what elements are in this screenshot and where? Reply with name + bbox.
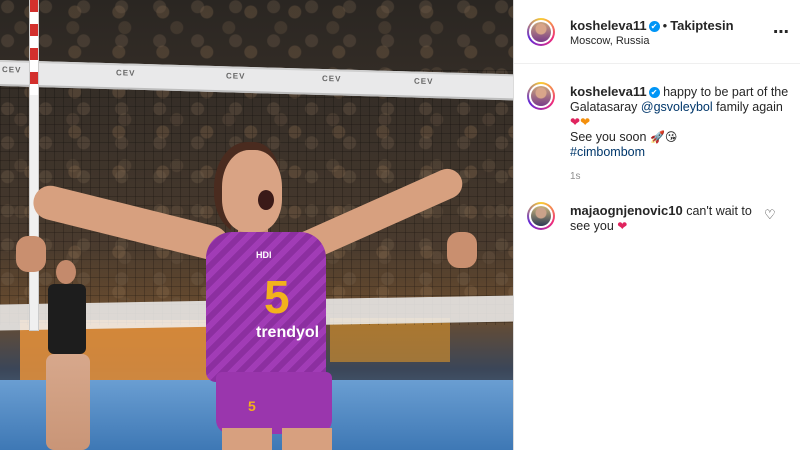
instagram-post-view: CEV CEV CEV CEV CEV HDI 5 trendyol 5 kos… [0, 0, 800, 450]
author-username[interactable]: kosheleva11 [570, 18, 647, 33]
sponsor-hdi: HDI [256, 250, 272, 260]
sponsor-trendyol: trendyol [256, 324, 320, 341]
header-line: kosheleva11 ✔ • Takiptesin [570, 17, 734, 35]
head [222, 150, 282, 232]
post-photo[interactable]: CEV CEV CEV CEV CEV HDI 5 trendyol 5 [0, 0, 513, 450]
post-header: kosheleva11 ✔ • Takiptesin Moscow, Russia ⋯ [514, 0, 800, 64]
caption-text-end: family again [716, 100, 783, 114]
kiss-emoji-icon: 😘 [664, 130, 678, 144]
post-side-panel: kosheleva11 ✔ • Takiptesin Moscow, Russia ⋯… [513, 0, 800, 450]
left-fist [16, 236, 46, 272]
caption-avatar[interactable] [527, 82, 555, 110]
caption-username[interactable]: kosheleva11 [570, 84, 647, 99]
left-arm [29, 182, 233, 264]
red-heart-emoji-icon: ❤ [570, 115, 581, 129]
main-player: HDI 5 trendyol 5 [0, 0, 513, 450]
more-options-icon[interactable]: ⋯ [773, 22, 790, 42]
caption: kosheleva11 ✔ happy to be part of the Gal… [570, 84, 790, 160]
hashtag-link[interactable]: #cimbombom [570, 145, 645, 159]
separator-dot: • [662, 18, 668, 33]
comment: majaognjenovic10 can't wait to see you ❤ [570, 203, 760, 234]
following-status-button[interactable]: Takiptesin [670, 18, 733, 33]
verified-badge-icon: ✔ [648, 21, 660, 32]
jersey-number: 5 [264, 271, 290, 323]
shorts-number: 5 [248, 398, 256, 414]
orange-heart-emoji-icon: ❤ [580, 115, 591, 129]
commenter-avatar[interactable] [527, 202, 555, 230]
rocket-emoji-icon: 🚀 [649, 130, 665, 144]
verified-badge-icon: ✔ [648, 87, 660, 98]
mention-link[interactable]: @gsvoleybol [641, 100, 713, 114]
heart-emoji-icon: ❤ [617, 219, 628, 233]
right-fist [447, 232, 477, 268]
commenter-username[interactable]: majaognjenovic10 [570, 203, 683, 218]
post-location[interactable]: Moscow, Russia [570, 35, 649, 47]
caption-line2: See you soon [570, 130, 647, 144]
open-mouth [258, 190, 274, 210]
like-comment-heart-icon[interactable]: ♡ [764, 207, 776, 223]
shorts [216, 372, 332, 434]
author-avatar[interactable] [527, 18, 555, 46]
caption-timestamp[interactable]: 1s [570, 171, 581, 182]
